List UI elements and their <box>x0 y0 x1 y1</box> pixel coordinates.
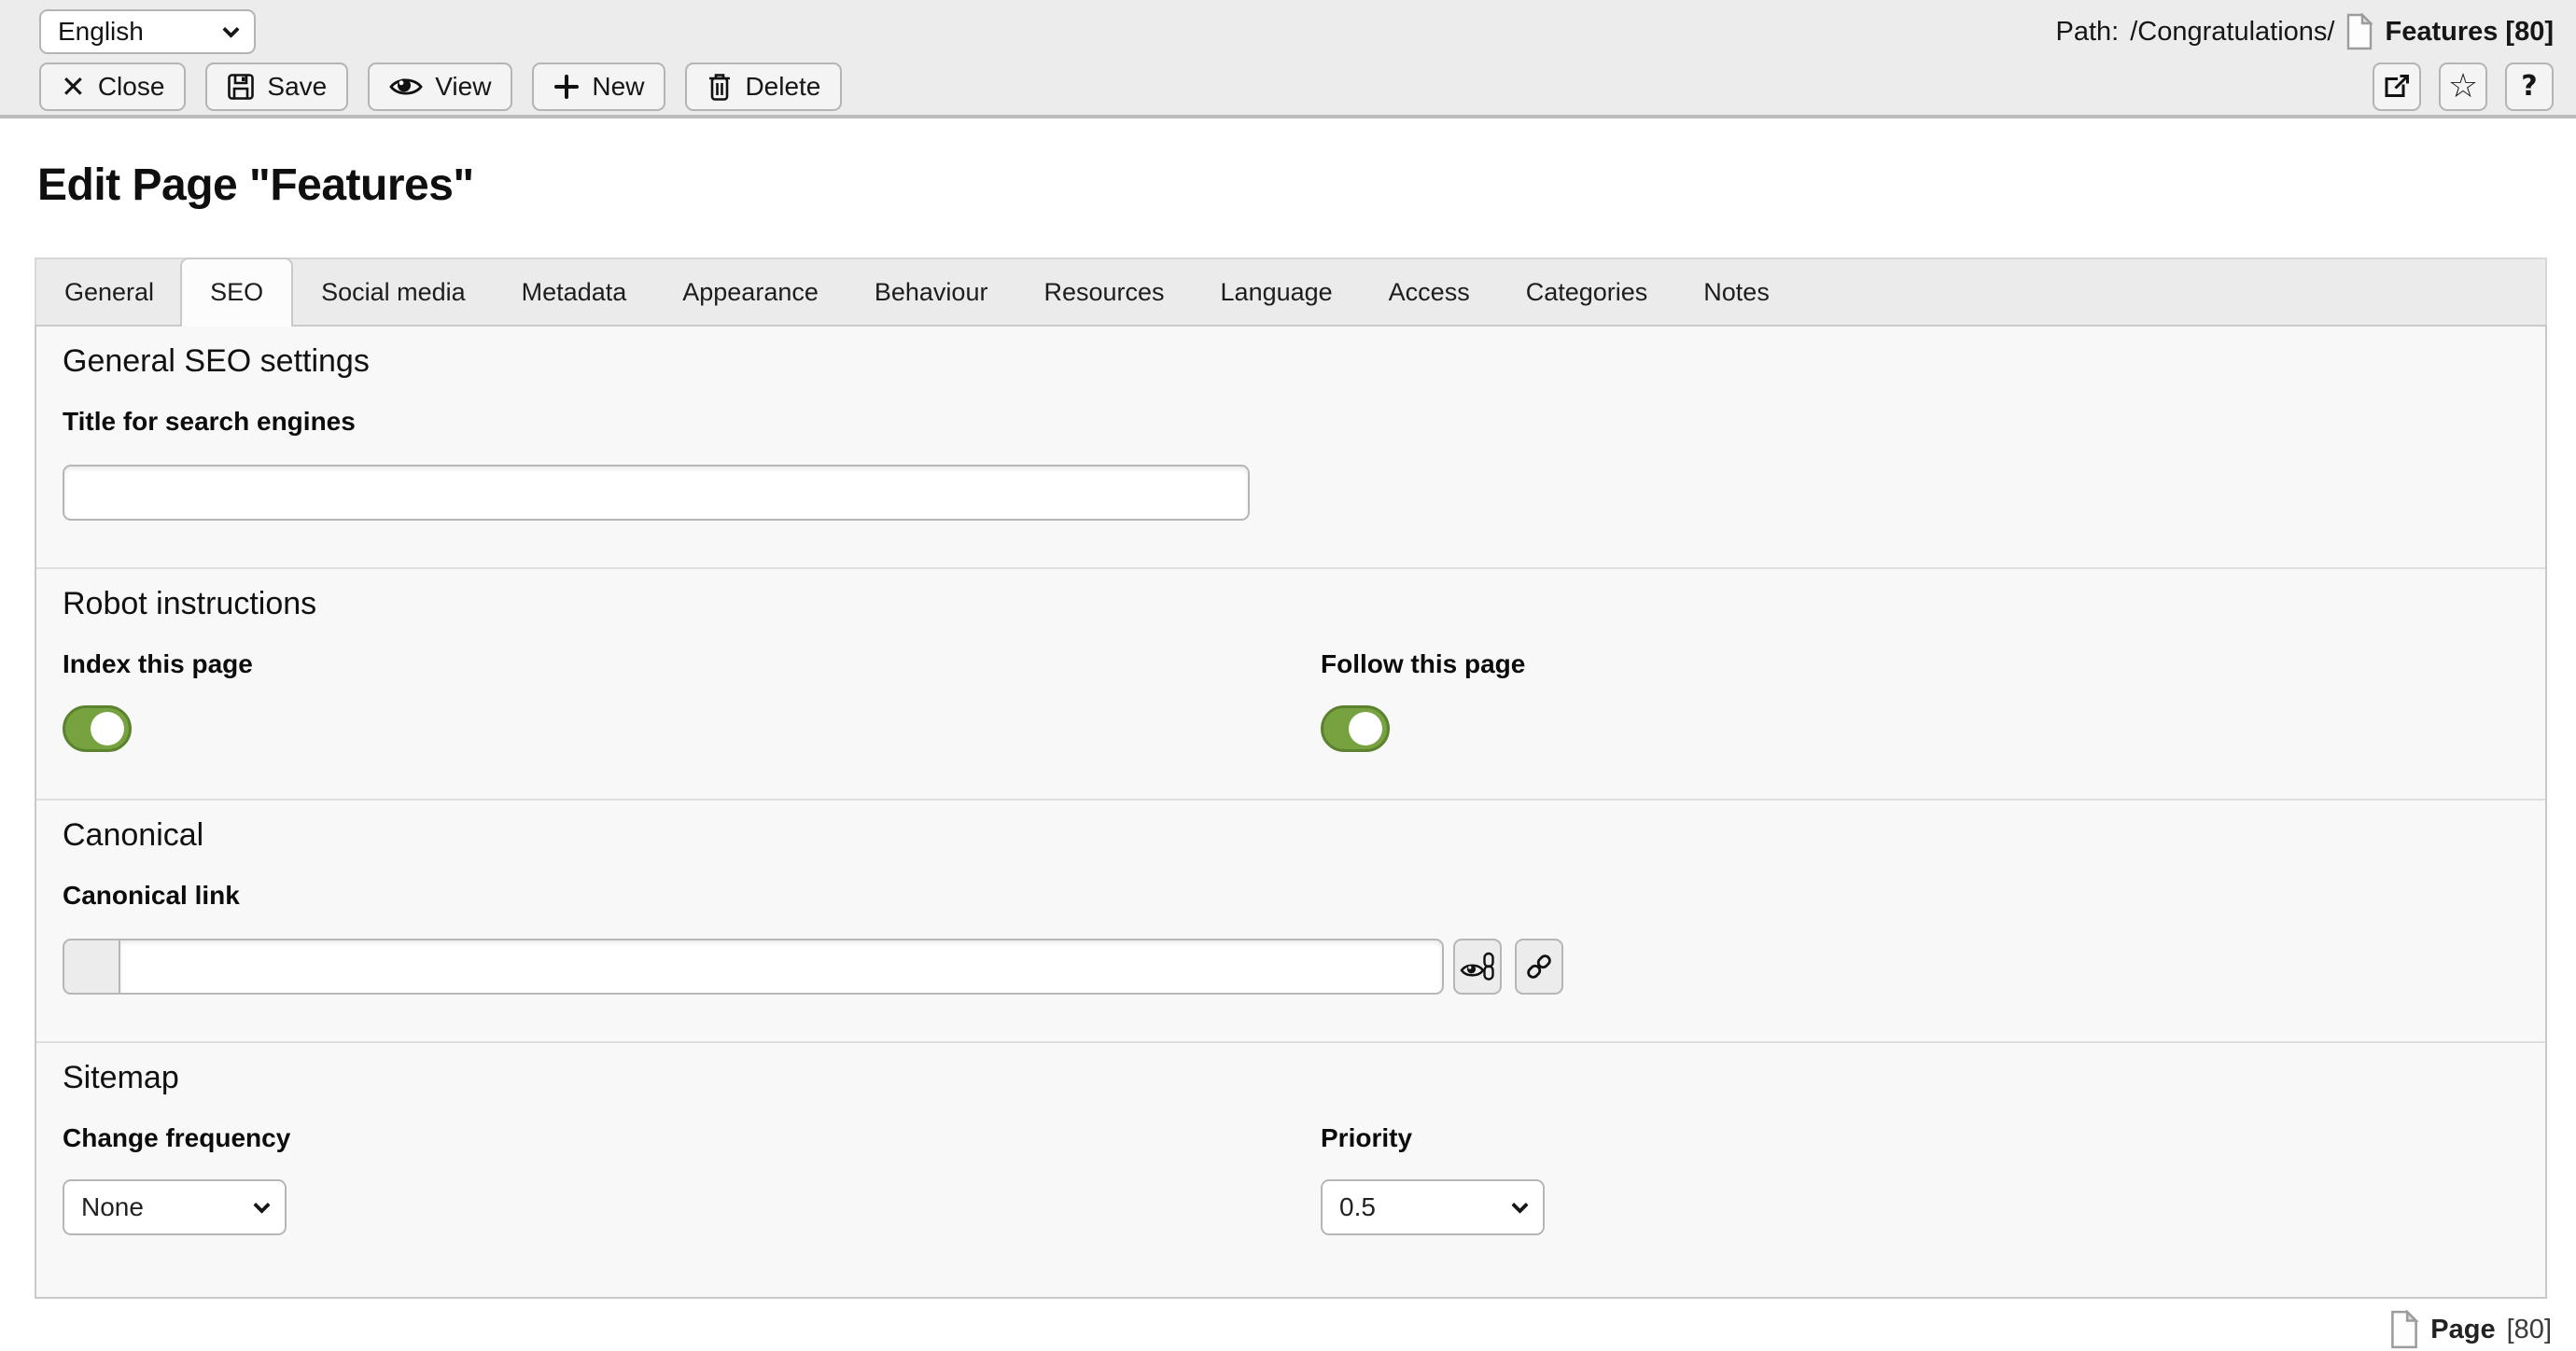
toggle-knob <box>91 712 124 745</box>
tab-access[interactable]: Access <box>1361 259 1498 325</box>
priority-label: Priority <box>1321 1123 2519 1153</box>
section-general-seo: General SEO settings Title for search en… <box>36 327 2545 567</box>
page-title: Edit Page "Features" <box>37 160 2576 211</box>
section-heading: Robot instructions <box>63 586 2519 621</box>
top-bar: English Path: /Congratulations/ Features… <box>0 0 2576 118</box>
eye-link-icon <box>1460 951 1495 982</box>
breadcrumb: Path: /Congratulations/ Features [80] <box>2056 13 2554 50</box>
section-sitemap: Sitemap Change frequency None Priority 0… <box>36 1041 2545 1297</box>
follow-this-page-toggle[interactable] <box>1321 705 1390 752</box>
language-select-value: English <box>58 17 144 47</box>
title-for-search-engines-input[interactable] <box>63 465 1250 521</box>
close-button[interactable]: ✕ Close <box>39 63 186 111</box>
help-icon: ? <box>2521 73 2537 101</box>
tab-behaviour[interactable]: Behaviour <box>847 259 1016 325</box>
chevron-down-icon <box>1511 1196 1528 1213</box>
language-select[interactable]: English <box>39 9 256 54</box>
page-doc-icon <box>2389 1310 2419 1349</box>
breadcrumb-current: Features [80] <box>2385 17 2554 48</box>
index-this-page-toggle[interactable] <box>63 705 132 752</box>
external-link-icon <box>2383 73 2411 101</box>
star-icon: ☆ <box>2448 70 2478 104</box>
delete-button[interactable]: Delete <box>685 63 842 111</box>
tab-social-media[interactable]: Social media <box>293 259 494 325</box>
tab-language[interactable]: Language <box>1193 259 1361 325</box>
chevron-down-icon <box>253 1196 270 1213</box>
new-icon <box>553 74 580 100</box>
tab-categories[interactable]: Categories <box>1498 259 1676 325</box>
tab-appearance[interactable]: Appearance <box>654 259 847 325</box>
chevron-down-icon <box>222 21 239 37</box>
delete-icon <box>707 72 733 102</box>
section-robot-instructions: Robot instructions Index this page Follo… <box>36 567 2545 799</box>
open-in-new-window-button[interactable] <box>2373 63 2421 111</box>
save-icon <box>227 73 255 101</box>
resource-id: [80] <box>2507 1315 2552 1345</box>
breadcrumb-label: Path: <box>2056 17 2120 48</box>
canonical-link-input[interactable] <box>119 939 1444 995</box>
toggle-knob <box>1349 712 1382 745</box>
save-button[interactable]: Save <box>205 63 348 111</box>
close-button-label: Close <box>98 72 165 102</box>
section-heading: Sitemap <box>63 1060 2519 1095</box>
delete-button-label: Delete <box>745 72 820 102</box>
tab-notes[interactable]: Notes <box>1675 259 1798 325</box>
insert-link-button[interactable] <box>1515 939 1563 995</box>
priority-select[interactable]: 0.5 <box>1321 1179 1545 1235</box>
seo-tab-panel: General SEO settings Title for search en… <box>35 325 2547 1299</box>
section-heading: General SEO settings <box>63 343 2519 379</box>
page-doc-icon <box>2345 13 2373 50</box>
tab-resources[interactable]: Resources <box>1015 259 1192 325</box>
utility-buttons: ☆ ? <box>2373 63 2554 111</box>
help-button[interactable]: ? <box>2505 63 2554 111</box>
link-icon <box>1524 952 1554 982</box>
follow-this-page-label: Follow this page <box>1321 649 2519 679</box>
index-this-page-label: Index this page <box>63 649 1321 679</box>
priority-value: 0.5 <box>1339 1192 1376 1222</box>
canonical-link-prefix-box <box>63 939 120 995</box>
footer-resource-info: Page [80] <box>0 1310 2552 1349</box>
favorite-button[interactable]: ☆ <box>2439 63 2487 111</box>
view-button[interactable]: View <box>368 63 512 111</box>
view-button-label: View <box>435 72 491 102</box>
change-frequency-label: Change frequency <box>63 1123 1321 1153</box>
view-linked-page-button[interactable] <box>1453 939 1502 995</box>
new-button[interactable]: New <box>532 63 665 111</box>
close-icon: ✕ <box>61 72 86 102</box>
save-button-label: Save <box>267 72 327 102</box>
tab-metadata[interactable]: Metadata <box>494 259 655 325</box>
edit-form: General SEO Social media Metadata Appear… <box>35 258 2547 1299</box>
view-icon <box>389 75 423 99</box>
change-frequency-value: None <box>81 1192 144 1222</box>
section-canonical: Canonical Canonical link <box>36 799 2545 1041</box>
section-heading: Canonical <box>63 817 2519 853</box>
canonical-link-group <box>63 939 2519 995</box>
breadcrumb-path[interactable]: /Congratulations/ <box>2130 17 2334 48</box>
tab-general[interactable]: General <box>36 259 182 325</box>
resource-type: Page <box>2430 1315 2495 1345</box>
canonical-link-label: Canonical link <box>63 881 2519 911</box>
change-frequency-select[interactable]: None <box>63 1179 287 1235</box>
title-for-search-engines-label: Title for search engines <box>63 407 2519 437</box>
toolbar: ✕ Close Save <box>39 63 842 111</box>
new-button-label: New <box>592 72 644 102</box>
tab-seo[interactable]: SEO <box>180 258 293 327</box>
tab-bar: General SEO Social media Metadata Appear… <box>35 258 2547 325</box>
